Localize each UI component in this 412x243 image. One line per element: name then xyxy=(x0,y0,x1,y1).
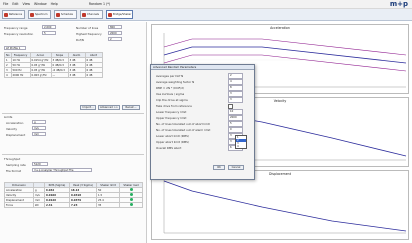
lines-label: Number of lines xyxy=(76,26,99,30)
dialog-row-label: Upper frequency limit xyxy=(156,116,187,120)
displacement-chart[interactable]: Displacement xyxy=(151,170,409,240)
limit-vel-select[interactable]: m/s xyxy=(32,126,46,130)
menu-edit[interactable]: Edit xyxy=(12,2,18,6)
menu-view[interactable]: View xyxy=(22,2,30,6)
file-format-select[interactable]: m+p Analyzer Throughput File xyxy=(32,168,92,172)
dialog-row-label: No. of lines tolerated out of alarm limi… xyxy=(156,128,211,132)
freq-range-label: Frequency range xyxy=(4,26,28,30)
reference-button[interactable]: Reference xyxy=(2,10,25,19)
dropdown-option[interactable]: 4 xyxy=(236,145,246,148)
parameter-panel: Frequency range 2,000 Frequency resoluti… xyxy=(0,22,147,243)
displacement-plot xyxy=(163,179,407,234)
sampling-label: Sampling rate xyxy=(6,163,26,167)
status-ok-icon xyxy=(129,193,133,196)
dropdown-list[interactable]: 1 2 3 4 xyxy=(235,135,247,149)
cancel-button[interactable]: Cancel xyxy=(228,165,244,170)
table-row[interactable]: 4 2000 Hz 0.003 g²/Hz —3 dB 6 dB xyxy=(4,72,103,78)
freq-range-input[interactable]: 2,000 xyxy=(42,25,56,29)
freq-res-input[interactable]: 5 xyxy=(42,31,56,35)
limit-disp-label: Displacement xyxy=(6,133,26,137)
dialog-row-label: Lower frequency limit xyxy=(156,110,187,114)
dialog-row-label: Use kurtosis / sigma xyxy=(156,92,185,96)
status-ok-icon xyxy=(129,203,133,206)
dialog-row-label: No. of lines tolerated out of abort limi… xyxy=(156,122,210,126)
menu-file[interactable]: File xyxy=(3,2,8,6)
summary-table: Dimension RMS (Sigma) Peak (3 Sigma) Sha… xyxy=(4,182,143,208)
dialog-row-label: Average weighting factor N xyxy=(156,80,195,84)
limit-disp-select[interactable]: mm xyxy=(32,132,46,136)
dialog-row-label: Take drive from reference xyxy=(156,104,192,108)
dialog-row-label: Lower abort limit (RMS) xyxy=(156,134,189,138)
menu-window[interactable]: Window xyxy=(34,2,47,6)
toolbar: Reference Spectrum Schedule Channels Bri… xyxy=(0,9,412,21)
freq-res-label: Frequency resolution xyxy=(4,32,34,36)
file-format-label: File format xyxy=(6,169,21,173)
highest-freq-input[interactable]: 2000 xyxy=(108,31,122,35)
shaker-button[interactable]: Bridge/Shaker xyxy=(106,10,133,19)
channels-button[interactable]: Channels xyxy=(80,10,103,19)
status-ok-icon xyxy=(129,198,133,201)
limit-accel-label: Acceleration xyxy=(6,121,24,125)
chart-title: Acceleration xyxy=(270,26,290,30)
dialog-title: Advanced Random Parameters xyxy=(151,65,254,70)
shaker-icon xyxy=(108,12,112,17)
advanced-parameters-dialog: Advanced Random Parameters Averages per … xyxy=(150,64,255,180)
window-title: Random 1 (*) xyxy=(88,2,111,6)
dialog-row-label: Clip the drive at sigma xyxy=(156,98,188,102)
channels-icon xyxy=(82,12,86,17)
limit-accel-select[interactable]: g xyxy=(32,120,46,124)
schedule-icon xyxy=(56,12,60,17)
spectrum-icon xyxy=(30,12,34,17)
schedule-button[interactable]: Schedule xyxy=(54,10,77,19)
limit-vel-label: Velocity xyxy=(6,127,17,131)
menu-bar: File Edit View Window Help Random 1 (*) … xyxy=(0,0,412,9)
ok-button[interactable]: OK xyxy=(213,165,225,170)
status-ok-icon xyxy=(129,188,133,191)
limits-divider xyxy=(2,113,144,114)
highest-freq-label: Highest frequency xyxy=(76,32,102,36)
reference-icon xyxy=(4,12,8,17)
app-logo: m+p xyxy=(389,0,408,8)
advanced-button[interactable]: Advanced >> xyxy=(98,105,120,110)
profile-table: No Frequency Accel. Slope Alarm Abort 11… xyxy=(4,52,103,78)
dialog-row-label: Averages per Dof N xyxy=(156,74,184,78)
spectrum-button[interactable]: Spectrum xyxy=(28,10,51,19)
import-button[interactable]: Import... xyxy=(80,105,96,110)
dof-input[interactable]: 2 xyxy=(108,37,122,41)
throughput-divider xyxy=(2,154,144,155)
table-row: Force kN 2.41 7.23 35 xyxy=(4,202,143,208)
dialog-row-label: Upper abort limit (RMS) xyxy=(156,140,190,144)
dialog-row-label: Overall RMS abort xyxy=(156,146,182,150)
throughput-title: Throughput xyxy=(4,157,21,161)
dof-label: Dof/N xyxy=(76,38,84,42)
limits-title: Limits xyxy=(4,115,13,119)
sampling-input[interactable]: 5120 xyxy=(32,162,48,166)
lines-input[interactable]: 800 xyxy=(108,25,122,29)
profile-select[interactable]: LP Profile 1 xyxy=(4,46,26,50)
recalc-button[interactable]: Recalc... xyxy=(122,105,140,110)
menu-help[interactable]: Help xyxy=(51,2,58,6)
dialog-row-label: RMP = 2N * (DOF/2) xyxy=(156,86,185,90)
